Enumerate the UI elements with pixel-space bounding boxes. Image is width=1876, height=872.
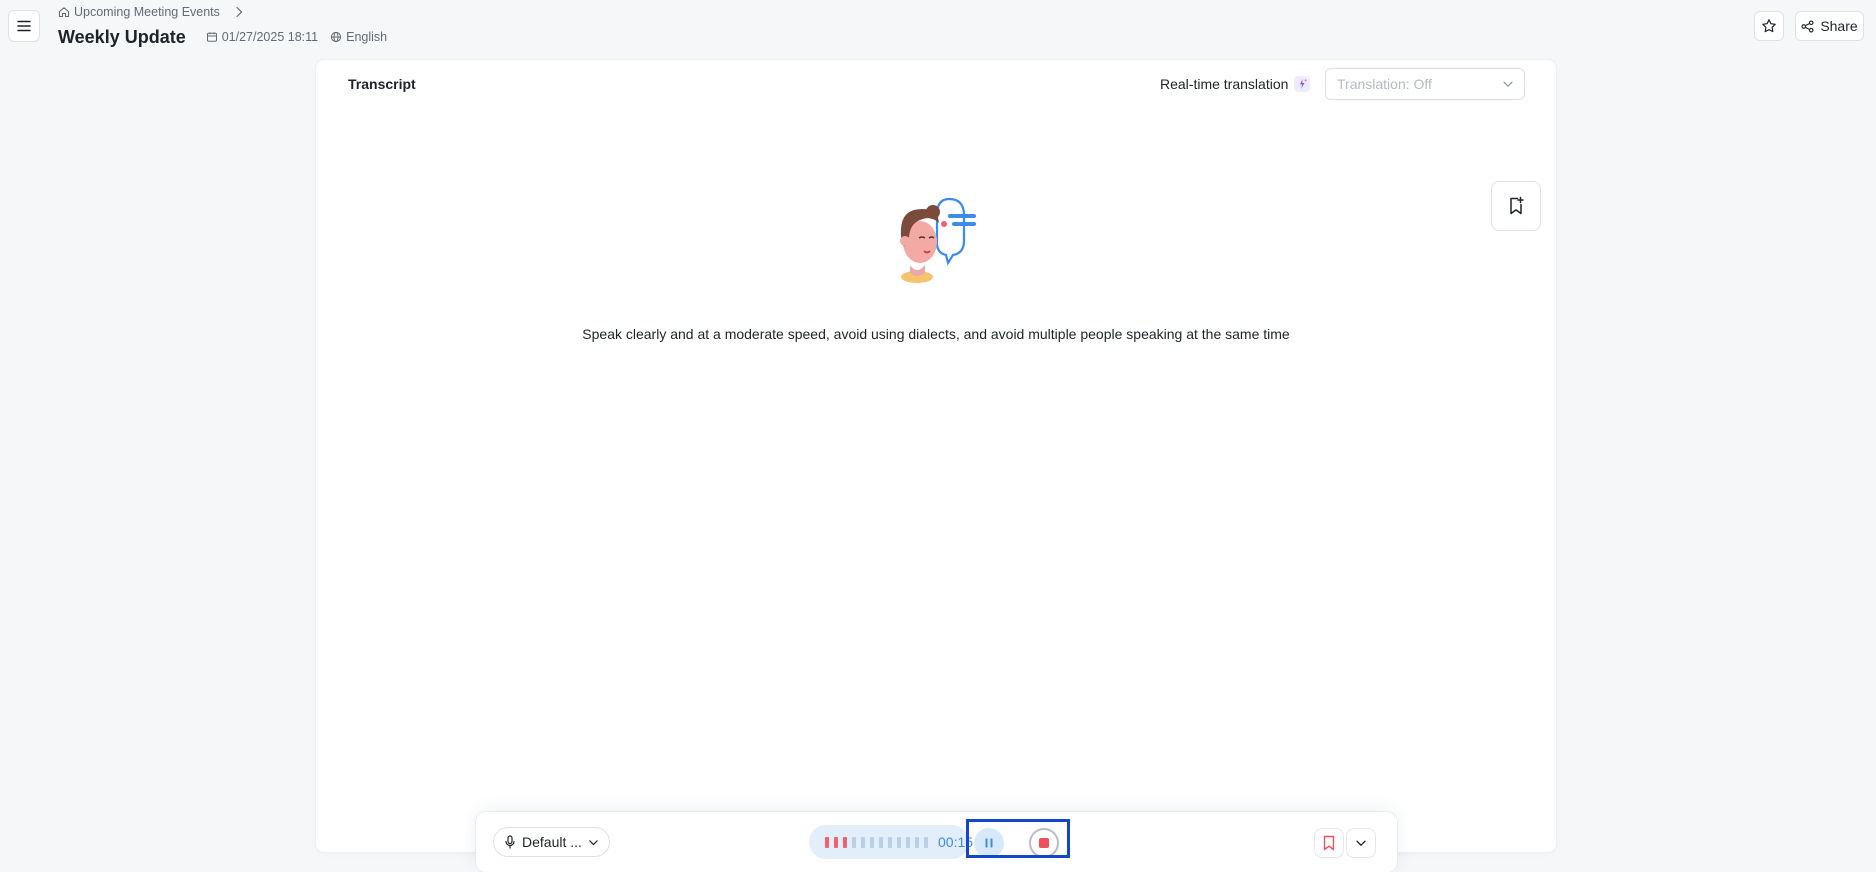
audio-level-meter xyxy=(825,836,928,848)
speaking-person-illustration xyxy=(900,197,976,283)
breadcrumb: Upcoming Meeting Events xyxy=(58,4,244,20)
favorite-button[interactable] xyxy=(1754,11,1784,41)
share-label: Share xyxy=(1820,18,1858,34)
audio-level-bar xyxy=(843,836,847,848)
translation-select[interactable]: Translation: Off xyxy=(1325,68,1525,100)
title-row: Weekly Update 01/27/2025 18:11 English xyxy=(58,25,399,49)
audio-level-bar xyxy=(834,836,838,848)
audio-level-bar xyxy=(888,836,892,848)
bookmark-add-icon xyxy=(1510,196,1524,215)
audio-level-bar xyxy=(870,836,874,848)
recording-toolbar: Default ... 00:15 xyxy=(476,812,1397,872)
chevron-down-icon xyxy=(589,839,598,845)
recording-status-pill: 00:15 xyxy=(809,825,973,859)
share-icon xyxy=(1801,19,1814,33)
chevron-down-icon xyxy=(1356,840,1366,847)
globe-icon xyxy=(331,31,342,43)
calendar-icon xyxy=(206,32,217,42)
mark-moment-button[interactable] xyxy=(1314,828,1344,858)
realtime-translation-text: Real-time translation xyxy=(1160,76,1289,92)
meeting-language: English xyxy=(330,30,387,44)
ai-sparkle-icon xyxy=(1294,76,1311,92)
audio-level-bar xyxy=(897,836,901,848)
add-bookmark-button[interactable] xyxy=(1491,181,1541,231)
language-text: English xyxy=(346,30,388,44)
share-button[interactable]: Share xyxy=(1795,11,1864,41)
transcript-title: Transcript xyxy=(348,76,416,92)
microphone-label: Default ... xyxy=(522,834,582,850)
microphone-icon xyxy=(505,835,515,849)
audio-level-bar xyxy=(852,836,856,848)
star-icon xyxy=(1762,19,1776,33)
datetime-text: 01/27/2025 18:11 xyxy=(221,30,319,44)
transcript-panel: Transcript Real-time translation Transla… xyxy=(316,60,1556,852)
audio-level-bar xyxy=(924,836,928,848)
bookmark-icon xyxy=(1323,835,1335,851)
audio-level-bar xyxy=(879,836,883,848)
focus-highlight xyxy=(966,819,1070,858)
meeting-datetime: 01/27/2025 18:11 xyxy=(206,30,318,44)
speaking-tips: Speak clearly and at a moderate speed, a… xyxy=(582,326,1290,342)
menu-button[interactable] xyxy=(8,10,40,42)
audio-level-bar xyxy=(906,836,910,848)
menu-icon xyxy=(17,20,31,32)
realtime-translation-label: Real-time translation xyxy=(1160,76,1311,92)
home-icon xyxy=(58,7,70,18)
chevron-down-icon xyxy=(1503,81,1513,88)
audio-level-bar xyxy=(861,836,865,848)
more-options-button[interactable] xyxy=(1346,828,1376,858)
page-title[interactable]: Weekly Update xyxy=(58,27,186,48)
audio-level-bar xyxy=(915,836,919,848)
chevron-right-icon[interactable] xyxy=(234,6,244,18)
audio-level-bar xyxy=(825,836,829,848)
breadcrumb-link[interactable]: Upcoming Meeting Events xyxy=(74,5,220,19)
microphone-select[interactable]: Default ... xyxy=(493,827,610,857)
translation-select-value: Translation: Off xyxy=(1337,76,1432,92)
